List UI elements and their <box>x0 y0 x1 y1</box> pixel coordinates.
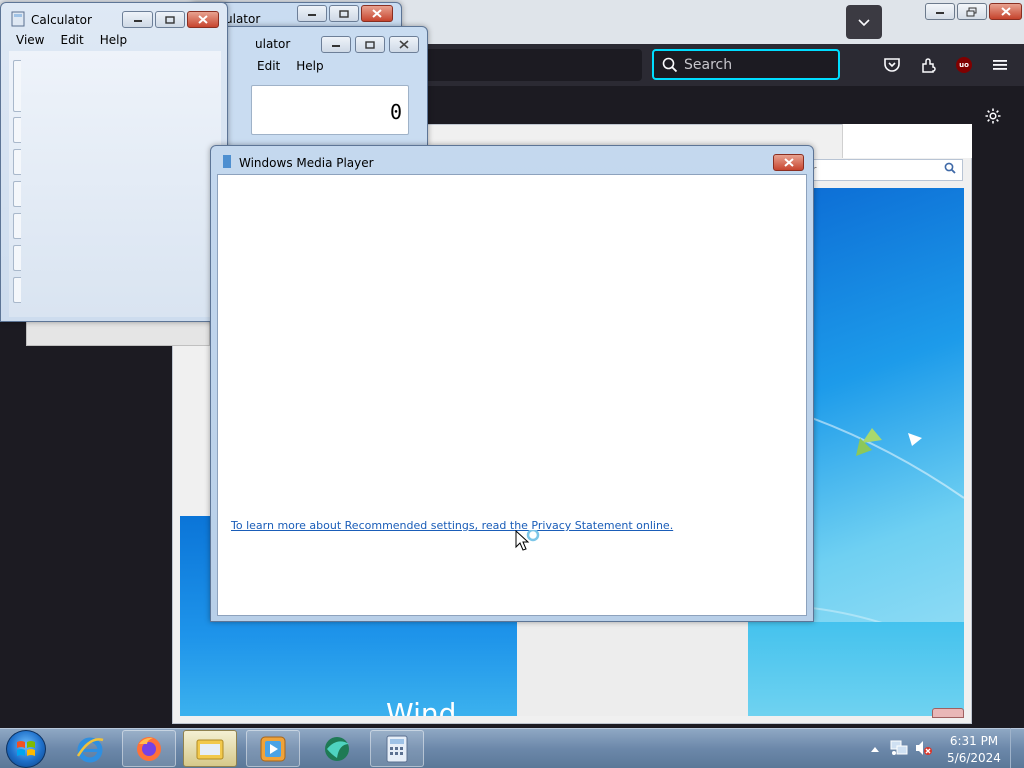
network-icon <box>890 740 908 755</box>
taskbar-internet-explorer[interactable] <box>63 730 117 767</box>
window-title: ulator <box>255 37 291 51</box>
calculator-display-edge <box>13 60 21 112</box>
windows-media-player-dialog[interactable]: Windows Media Player To learn more about… <box>210 145 814 622</box>
firefox-restore-button[interactable] <box>957 3 987 20</box>
chevron-down-icon <box>858 19 870 27</box>
calculator-button[interactable] <box>13 117 21 143</box>
folder-icon <box>196 739 224 759</box>
taskbar-calculator[interactable] <box>370 730 424 767</box>
volume-muted-icon <box>916 741 932 755</box>
media-player-icon <box>260 736 286 761</box>
calculator-button[interactable] <box>13 149 21 175</box>
calculator-button[interactable] <box>13 181 21 207</box>
gear-icon <box>985 108 1001 124</box>
internet-explorer-icon <box>76 737 104 762</box>
calculator-body <box>9 51 221 317</box>
system-clock[interactable]: 6:31 PM 5/6/2024 <box>946 733 1002 767</box>
calculator-button[interactable] <box>13 245 21 271</box>
media-player-app-icon <box>223 155 231 168</box>
pocket-button[interactable] <box>880 53 904 77</box>
window-title: Windows Media Player <box>239 156 374 170</box>
page-header-strip <box>842 124 972 158</box>
clock-date: 5/6/2024 <box>947 751 1001 765</box>
windows-logo-text: Wind <box>386 700 456 716</box>
dialog-content: To learn more about Recommended settings… <box>217 174 807 616</box>
menu-view[interactable]: View <box>8 33 52 47</box>
preview-close-button <box>932 708 964 718</box>
menu-edit[interactable]: Edit <box>52 33 91 47</box>
minimize-button[interactable] <box>122 11 153 28</box>
calculator-button[interactable] <box>13 213 21 239</box>
calculator-button[interactable] <box>13 277 21 303</box>
taskbar-firefox[interactable] <box>122 730 176 767</box>
list-all-tabs-button[interactable] <box>846 5 882 39</box>
calculator-window-main[interactable]: Calculator View Edit Help <box>0 2 228 322</box>
show-desktop-button[interactable] <box>1010 728 1024 768</box>
menu-bar: View Edit Help <box>8 33 135 47</box>
calculator-icon <box>386 735 408 762</box>
menu-bar: Edit Help <box>249 59 332 73</box>
chevron-up-icon <box>871 747 879 752</box>
url-bar[interactable] <box>410 49 642 81</box>
firefox-close-button[interactable] <box>989 3 1022 20</box>
menu-edit[interactable]: Edit <box>249 59 288 73</box>
inner-search-icon[interactable] <box>944 162 956 178</box>
close-button[interactable] <box>187 11 219 28</box>
calculator-window-3[interactable]: ulator Edit Help 0 <box>220 26 428 146</box>
search-icon <box>662 57 678 72</box>
mouse-cursor-busy-icon <box>515 530 540 551</box>
inner-search-box[interactable] <box>805 159 963 181</box>
volume-tray-button[interactable] <box>915 740 933 759</box>
minimize-button[interactable] <box>297 5 327 22</box>
wallpaper-bottom-middle <box>517 622 748 716</box>
app-menu-button[interactable] <box>988 53 1012 77</box>
start-button[interactable] <box>6 730 46 768</box>
close-button[interactable] <box>389 36 419 53</box>
window-title: ulator <box>225 12 261 26</box>
taskbar-media-center[interactable] <box>310 730 364 767</box>
menu-help[interactable]: Help <box>288 59 331 73</box>
ublock-icon: uo <box>956 57 972 73</box>
privacy-statement-link[interactable]: To learn more about Recommended settings… <box>231 519 673 532</box>
hamburger-menu-icon <box>993 60 1007 70</box>
window-ghost <box>26 320 210 346</box>
taskbar-windows-explorer[interactable] <box>183 730 237 767</box>
close-button[interactable] <box>361 5 393 22</box>
clock-time: 6:31 PM <box>949 734 999 748</box>
media-center-icon <box>325 736 349 761</box>
maximize-button[interactable] <box>355 36 385 53</box>
minimize-button[interactable] <box>321 36 351 53</box>
network-tray-button[interactable] <box>890 740 908 759</box>
settings-button[interactable] <box>981 104 1005 128</box>
maximize-button[interactable] <box>329 5 359 22</box>
calculator-display: 0 <box>251 85 409 135</box>
close-button[interactable] <box>773 154 804 171</box>
maximize-button[interactable] <box>155 11 185 28</box>
firefox-icon <box>137 736 161 761</box>
window-title: Calculator <box>31 13 92 27</box>
wallpaper-bottom-right <box>748 622 964 716</box>
ublock-button[interactable]: uo <box>952 53 976 77</box>
search-bar[interactable] <box>652 49 840 80</box>
extensions-icon <box>922 58 936 73</box>
taskbar-windows-media-player[interactable] <box>246 730 300 767</box>
extensions-button[interactable] <box>917 53 941 77</box>
show-hidden-icons-button[interactable] <box>870 742 880 756</box>
calculator-app-icon <box>11 11 25 27</box>
search-input[interactable] <box>684 56 824 73</box>
pocket-icon <box>884 58 900 72</box>
menu-help[interactable]: Help <box>92 33 135 47</box>
firefox-minimize-button[interactable] <box>925 3 955 20</box>
windows-logo-icon <box>17 741 35 756</box>
